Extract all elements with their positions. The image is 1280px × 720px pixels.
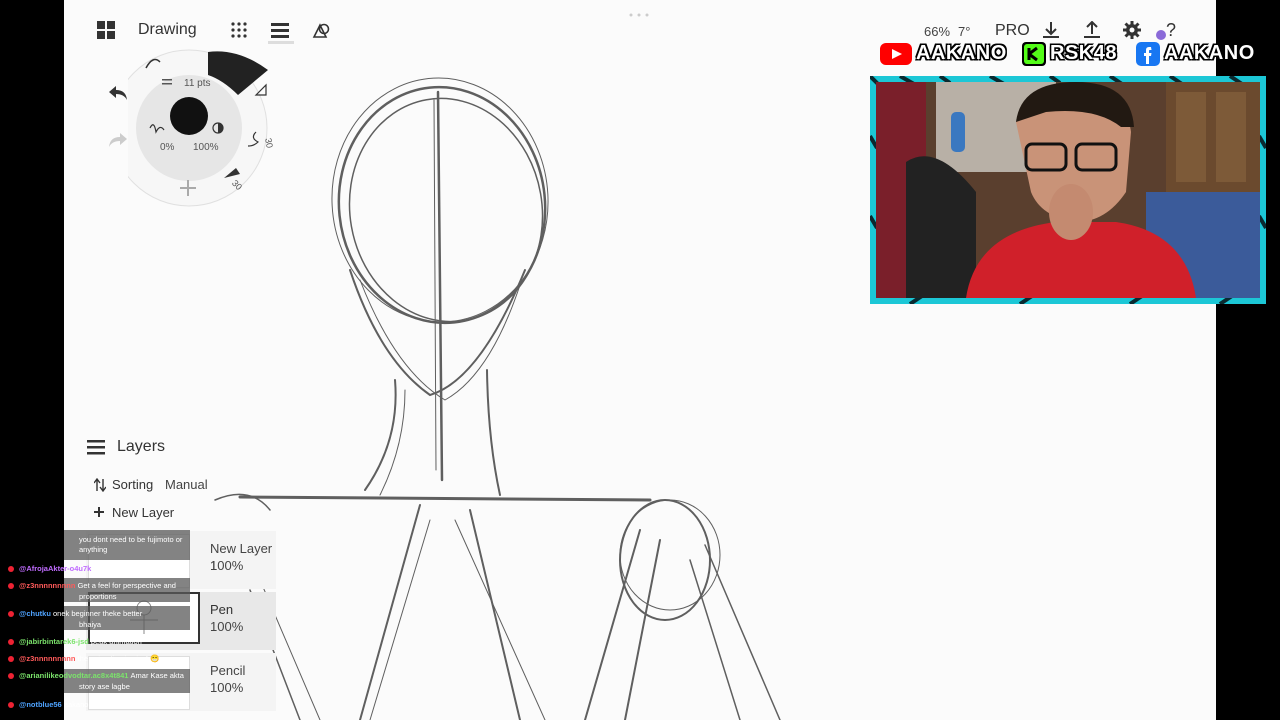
- chat-message: @chutku onek beginner theke better: [8, 609, 142, 618]
- sorting-value[interactable]: Manual: [165, 477, 208, 492]
- kick-handle: RSK48: [1050, 42, 1117, 64]
- webcam-feed: [876, 82, 1260, 298]
- chat-badge-icon: [8, 702, 14, 709]
- facebook-handle: AAKANO: [1164, 42, 1255, 64]
- chat-message: you dont need to be fujimoto or: [79, 535, 182, 544]
- layer-name: Pencil: [210, 663, 246, 678]
- opacity-max-value: 100%: [193, 142, 219, 153]
- rotation-angle: 7°: [958, 24, 971, 39]
- chat-username: @arianilikeodvodtar.ac8x4t841: [19, 671, 131, 680]
- chat-text: story ase lagbe: [79, 682, 130, 691]
- new-layer-button[interactable]: New Layer: [112, 505, 174, 520]
- chat-message: anything: [79, 545, 107, 554]
- undo-icon[interactable]: [107, 83, 129, 103]
- chat-badge-icon: [8, 639, 14, 646]
- chat-message: @jabirbintarek6-jsd peak animation: [8, 637, 142, 646]
- layers-title: Layers: [117, 438, 166, 455]
- youtube-icon: [880, 43, 912, 65]
- chat-text: aakano the next mangaka: [63, 700, 151, 709]
- document-title[interactable]: Drawing: [138, 21, 197, 39]
- chat-text: মাশাআল্লাহ সুন্দর: [93, 564, 144, 573]
- chat-message: bhaiya: [79, 620, 101, 629]
- share-icon[interactable]: [1083, 21, 1103, 41]
- download-icon[interactable]: [1042, 21, 1062, 41]
- chat-badge-icon: [8, 611, 14, 618]
- brush-size-value: 11 pts: [184, 78, 211, 89]
- chat-username: @chutku: [19, 609, 53, 618]
- chat-username: @AfrojaAkter-o4u7k: [19, 564, 94, 573]
- layer-opacity: 100%: [210, 619, 244, 634]
- chat-message: @notblue56 aakano the next mangaka: [8, 700, 150, 709]
- chat-badge-icon: [8, 566, 14, 573]
- gallery-grid-icon[interactable]: [97, 21, 117, 41]
- layer-name: Pen: [210, 602, 234, 617]
- settings-gear-icon[interactable]: [1123, 21, 1143, 41]
- chat-message: story ase lagbe: [79, 682, 130, 691]
- layer-opacity: 100%: [210, 680, 244, 695]
- chat-text: anything: [79, 545, 108, 554]
- help-icon[interactable]: ?: [1166, 20, 1176, 41]
- brush-library-icon[interactable]: [230, 21, 250, 41]
- smoothing-value-a: 30: [263, 137, 275, 149]
- kick-icon: [1022, 42, 1046, 66]
- chat-text: Amar Kase akta: [130, 671, 184, 680]
- redo-icon[interactable]: [107, 130, 129, 150]
- chat-message: @AfrojaAkter-o4u7k মাশাআল্লাহ সুন্দর: [8, 564, 144, 573]
- status-dot-icon: [1156, 30, 1166, 40]
- chat-message: @z3nnnnnnnnn the animation is nice! 😁: [8, 654, 159, 663]
- screen: Drawing 11 pts 0% 100% 30 30 66% 7° PRO …: [0, 0, 1280, 720]
- chat-badge-icon: [8, 583, 14, 590]
- wheel-drag-icon[interactable]: [162, 78, 172, 88]
- new-layer-plus-icon: [94, 507, 104, 517]
- chat-badge-icon: [8, 673, 14, 680]
- chat-username: @notblue56: [19, 700, 64, 709]
- layer-opacity: 100%: [210, 558, 244, 573]
- chat-message: @z3nnnnnnnnn Get a feel for perspective …: [8, 581, 176, 590]
- chat-username: @jabirbintarek6-jsd: [19, 637, 91, 646]
- layers-panel-icon[interactable]: [87, 439, 105, 455]
- add-brush-icon[interactable]: [178, 178, 198, 198]
- chat-text: bhaiya: [79, 620, 102, 629]
- top-handle[interactable]: [628, 12, 650, 18]
- chat-username: @z3nnnnnnnnn: [19, 581, 78, 590]
- shapes-icon[interactable]: [312, 21, 332, 41]
- chat-text: onek beginner theke better: [52, 609, 143, 618]
- chat-text: proportions: [79, 592, 117, 601]
- sorting-label[interactable]: Sorting: [112, 477, 153, 492]
- chat-message: @arianilikeodvodtar.ac8x4t841 Amar Kase …: [8, 671, 184, 680]
- chat-username: @z3nnnnnnnnn: [19, 654, 78, 663]
- chat-badge-icon: [8, 656, 14, 663]
- facebook-icon: [1136, 42, 1160, 66]
- chat-message: proportions: [79, 592, 117, 601]
- chat-text: you dont need to be fujimoto or: [79, 535, 183, 544]
- sort-icon: [94, 478, 106, 492]
- chat-text: the animation is nice! 😁: [77, 654, 160, 663]
- chat-text: Get a feel for perspective and: [77, 581, 176, 590]
- layers-menu-icon[interactable]: [271, 22, 291, 42]
- opacity-min-value: 0%: [160, 142, 175, 153]
- pro-badge[interactable]: PRO: [995, 22, 1030, 40]
- brush-wheel[interactable]: [128, 40, 288, 210]
- chat-text: peak animation: [90, 637, 142, 646]
- youtube-handle: AAKANO: [916, 42, 1007, 64]
- zoom-level: 66%: [924, 24, 951, 39]
